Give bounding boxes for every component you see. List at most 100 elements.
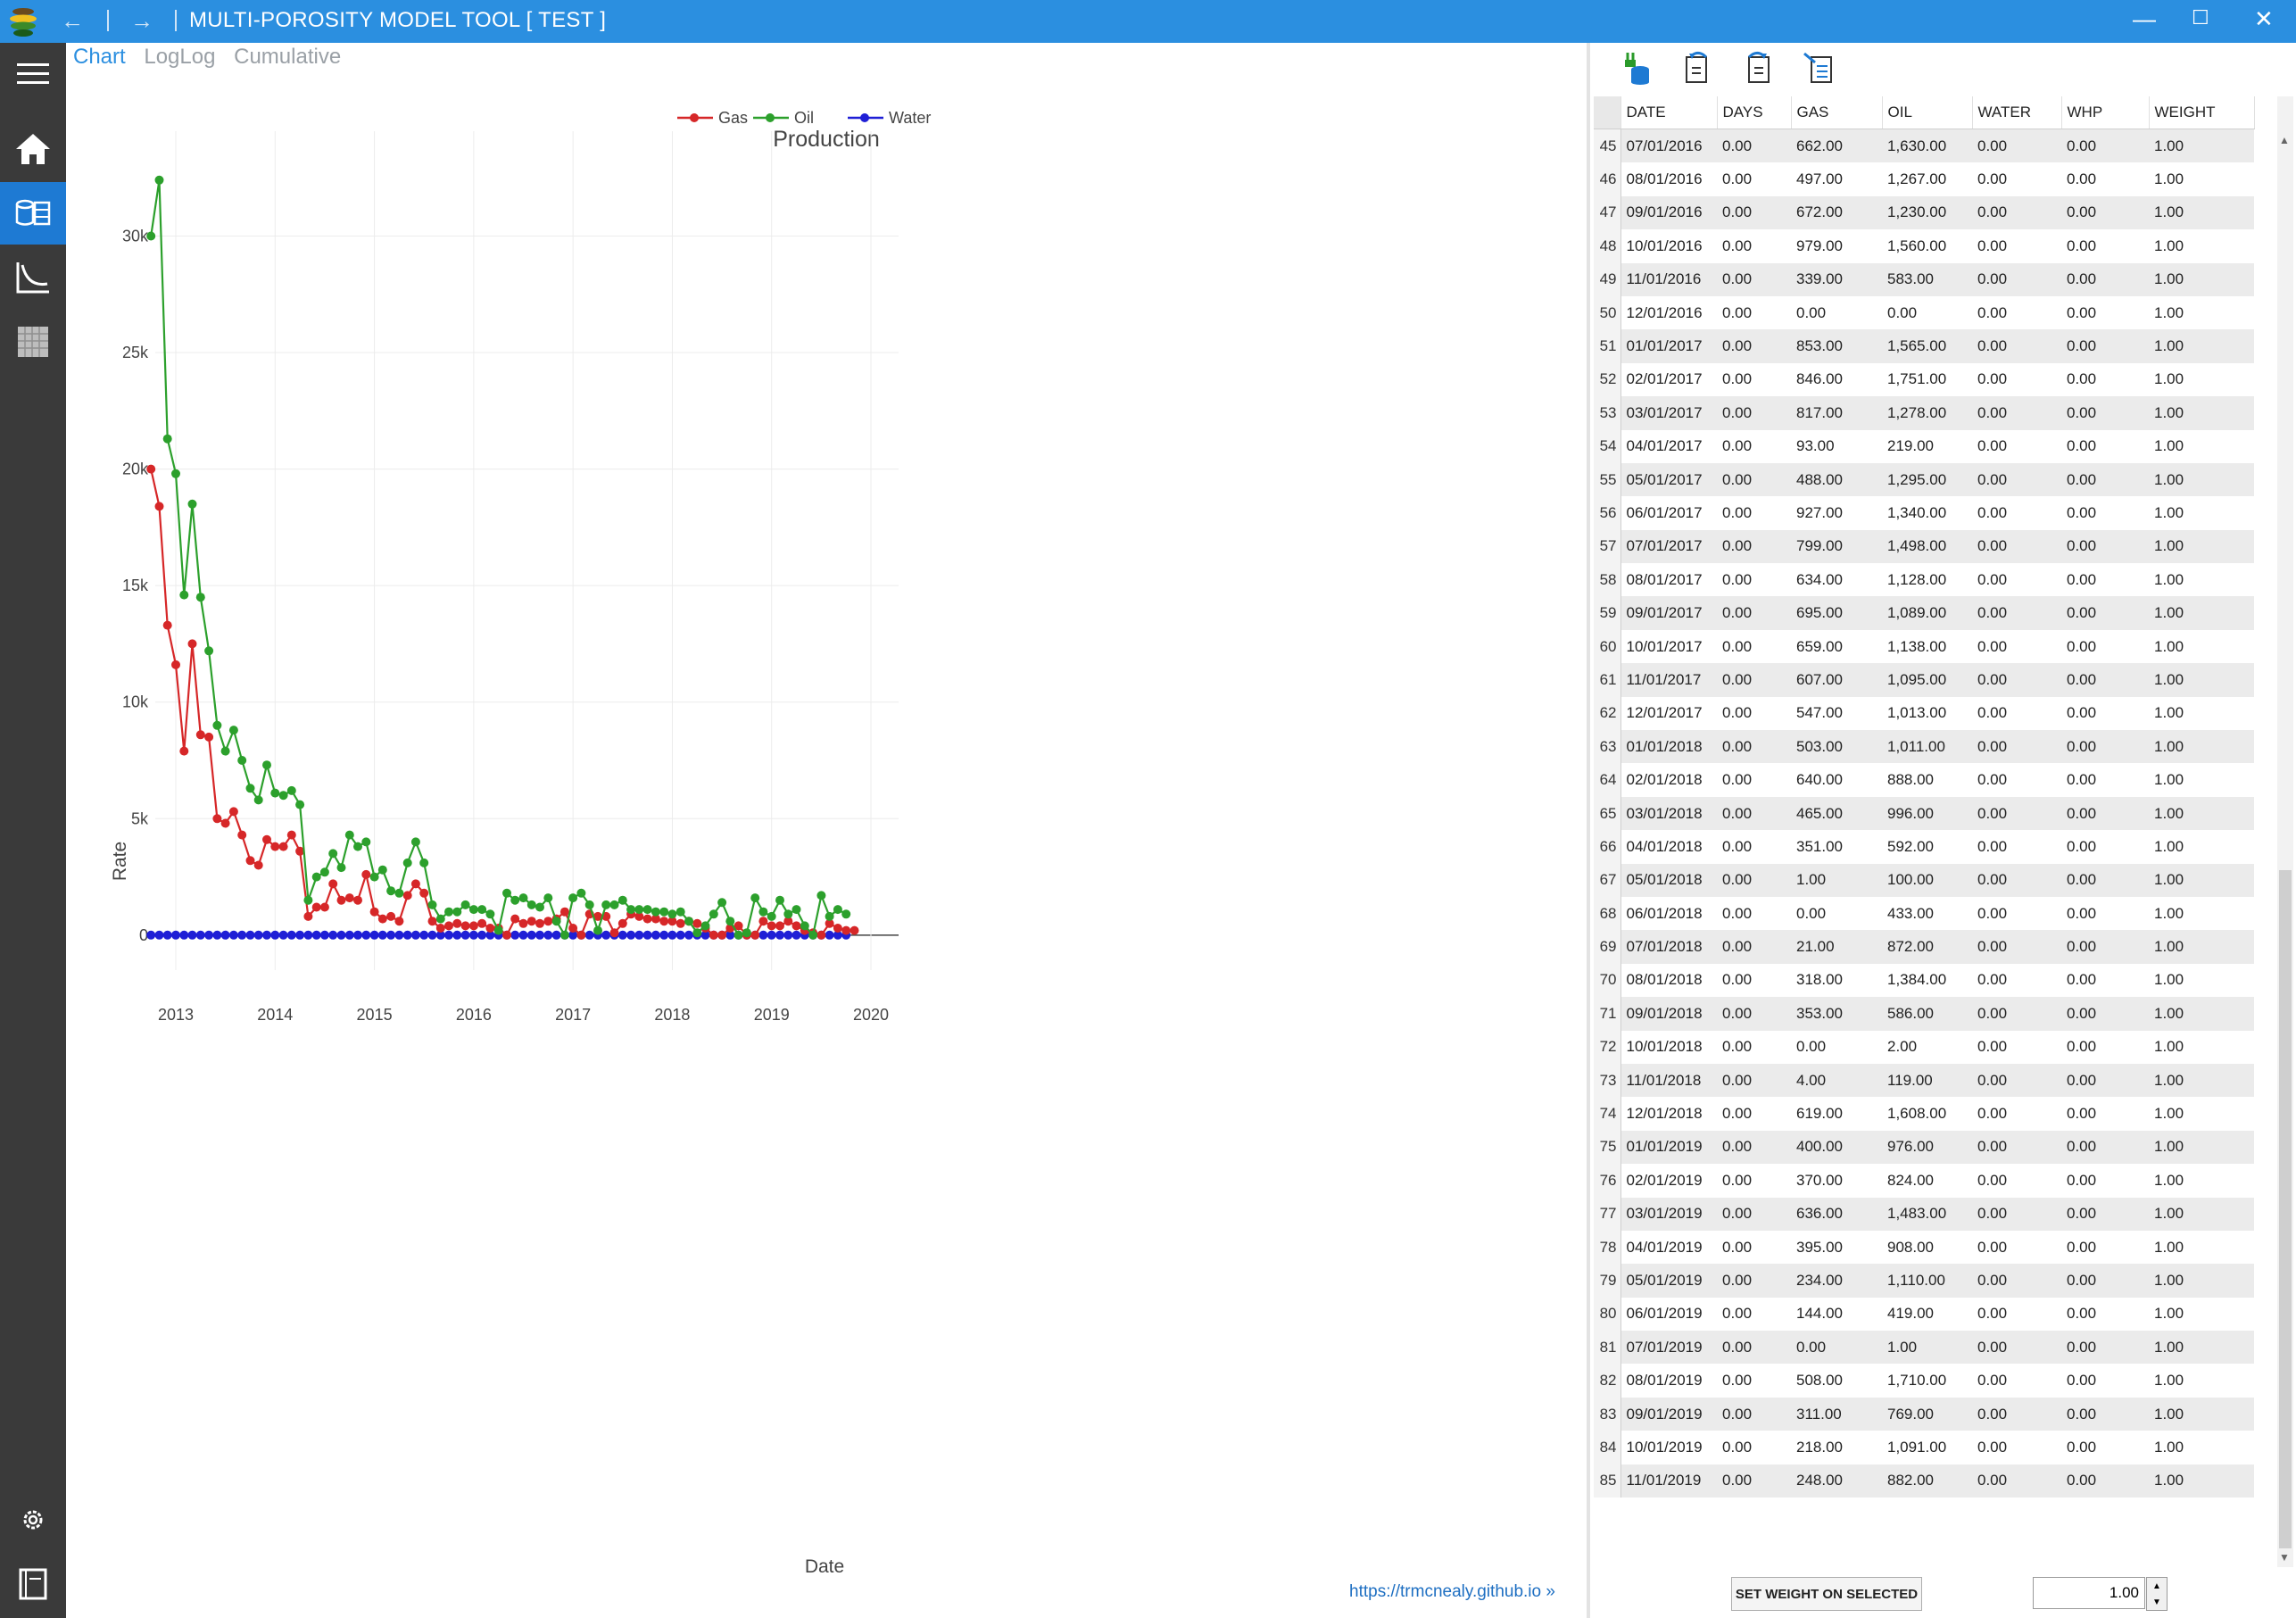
table-row[interactable]: 50 12/01/2016 0.00 0.00 0.00 0.00 0.00 1.00 xyxy=(1594,295,2254,330)
table-row[interactable]: 61 11/01/2017 0.00 607.00 1,095.00 0.00 0.00 1.… xyxy=(1594,663,2254,697)
col-header-weight[interactable]: WEIGHT xyxy=(2149,96,2255,129)
cell-date[interactable]: 02/01/2019 xyxy=(1620,1164,1717,1197)
cell-date[interactable]: 10/01/2019 xyxy=(1620,1431,1717,1464)
cell-days[interactable]: 0.00 xyxy=(1717,863,1791,897)
cell-gas[interactable]: 0.00 xyxy=(1791,1031,1882,1064)
cell-weight[interactable]: 1.00 xyxy=(2149,997,2254,1031)
cell-weight[interactable]: 1.00 xyxy=(2149,396,2254,430)
cell-whp[interactable]: 0.00 xyxy=(2061,195,2149,230)
cell-water[interactable]: 0.00 xyxy=(1972,363,2061,396)
row-number[interactable]: 58 xyxy=(1594,563,1621,597)
cell-water[interactable]: 0.00 xyxy=(1972,930,2061,964)
cell-weight[interactable]: 1.00 xyxy=(2149,262,2254,296)
row-number[interactable]: 73 xyxy=(1594,1063,1621,1098)
table-row[interactable]: 66 04/01/2018 0.00 351.00 592.00 0.00 0.00 1.00 xyxy=(1594,830,2254,864)
cell-weight[interactable]: 1.00 xyxy=(2149,1130,2254,1165)
cell-gas[interactable]: 351.00 xyxy=(1791,830,1882,863)
cell-water[interactable]: 0.00 xyxy=(1972,830,2061,863)
cell-gas[interactable]: 0.00 xyxy=(1791,296,1882,329)
row-number[interactable]: 69 xyxy=(1594,930,1621,964)
cell-whp[interactable]: 0.00 xyxy=(2061,596,2149,630)
cell-whp[interactable]: 0.00 xyxy=(2061,229,2149,262)
cell-weight[interactable]: 1.00 xyxy=(2149,630,2254,663)
cell-days[interactable]: 0.00 xyxy=(1717,462,1791,497)
row-number[interactable]: 62 xyxy=(1594,696,1621,731)
cell-date[interactable]: 02/01/2017 xyxy=(1620,363,1717,396)
cell-date[interactable]: 04/01/2017 xyxy=(1620,430,1717,463)
cell-date[interactable]: 07/01/2019 xyxy=(1620,1331,1717,1365)
cell-weight[interactable]: 1.00 xyxy=(2149,1197,2254,1231)
table-row[interactable]: 56 06/01/2017 0.00 927.00 1,340.00 0.00 0.00 1.… xyxy=(1594,496,2254,530)
back-arrow-icon[interactable]: ← xyxy=(61,7,84,35)
cell-whp[interactable]: 0.00 xyxy=(2061,563,2149,596)
cell-water[interactable]: 0.00 xyxy=(1972,596,2061,630)
cell-gas[interactable]: 640.00 xyxy=(1791,763,1882,796)
cell-oil[interactable]: 1,340.00 xyxy=(1882,496,1972,529)
col-header-days[interactable]: DAYS xyxy=(1717,96,1792,129)
cell-whp[interactable]: 0.00 xyxy=(2061,1197,2149,1231)
row-number[interactable]: 66 xyxy=(1594,830,1621,864)
row-number[interactable]: 75 xyxy=(1594,1130,1621,1165)
export-icon[interactable] xyxy=(1801,50,1836,86)
cell-weight[interactable]: 1.00 xyxy=(2149,763,2254,796)
row-number[interactable]: 50 xyxy=(1594,295,1621,330)
cell-date[interactable]: 12/01/2017 xyxy=(1620,697,1717,730)
table-row[interactable]: 48 10/01/2016 0.00 979.00 1,560.00 0.00 0.00 1.… xyxy=(1594,229,2254,263)
cell-whp[interactable]: 0.00 xyxy=(2061,763,2149,796)
data-table-icon[interactable] xyxy=(0,182,66,245)
cell-whp[interactable]: 0.00 xyxy=(2061,1097,2149,1130)
cell-water[interactable]: 0.00 xyxy=(1972,630,2061,663)
cell-date[interactable]: 05/01/2019 xyxy=(1620,1264,1717,1298)
gear-icon[interactable] xyxy=(0,1489,66,1551)
cell-gas[interactable]: 400.00 xyxy=(1791,1130,1882,1165)
cell-whp[interactable]: 0.00 xyxy=(2061,162,2149,195)
row-number[interactable]: 67 xyxy=(1594,863,1621,897)
cell-gas[interactable]: 662.00 xyxy=(1791,129,1882,163)
table-row[interactable]: 53 03/01/2017 0.00 817.00 1,278.00 0.00 0.00 1.… xyxy=(1594,396,2254,430)
cell-water[interactable]: 0.00 xyxy=(1972,329,2061,363)
cell-water[interactable]: 0.00 xyxy=(1972,763,2061,796)
table-row[interactable]: 74 12/01/2018 0.00 619.00 1,608.00 0.00 0.00 1.… xyxy=(1594,1097,2254,1131)
row-number[interactable]: 48 xyxy=(1594,229,1621,263)
cell-gas[interactable]: 0.00 xyxy=(1791,1331,1882,1365)
cell-whp[interactable]: 0.00 xyxy=(2061,830,2149,863)
cell-water[interactable]: 0.00 xyxy=(1972,1164,2061,1197)
cell-days[interactable]: 0.00 xyxy=(1717,1231,1791,1264)
cell-days[interactable]: 0.00 xyxy=(1717,596,1791,630)
forward-arrow-icon[interactable]: → xyxy=(130,7,153,35)
cell-water[interactable]: 0.00 xyxy=(1972,1231,2061,1264)
scroll-down-icon[interactable]: ▼ xyxy=(2279,1551,2290,1564)
cell-water[interactable]: 0.00 xyxy=(1972,396,2061,430)
cell-oil[interactable]: 592.00 xyxy=(1882,830,1972,863)
tab-cumulative[interactable]: Cumulative xyxy=(234,45,341,69)
cell-gas[interactable]: 339.00 xyxy=(1791,262,1882,296)
cell-date[interactable]: 11/01/2016 xyxy=(1620,262,1717,296)
row-number[interactable]: 46 xyxy=(1594,162,1621,196)
cell-water[interactable]: 0.00 xyxy=(1972,563,2061,596)
cell-whp[interactable]: 0.00 xyxy=(2061,430,2149,463)
cell-date[interactable]: 09/01/2017 xyxy=(1620,596,1717,630)
cell-days[interactable]: 0.00 xyxy=(1717,730,1791,764)
cell-weight[interactable]: 1.00 xyxy=(2149,1063,2254,1098)
cell-date[interactable]: 04/01/2019 xyxy=(1620,1231,1717,1264)
cell-date[interactable]: 01/01/2019 xyxy=(1620,1130,1717,1165)
cell-gas[interactable]: 465.00 xyxy=(1791,796,1882,831)
cell-days[interactable]: 0.00 xyxy=(1717,830,1791,863)
cell-oil[interactable]: 100.00 xyxy=(1882,863,1972,897)
cell-water[interactable]: 0.00 xyxy=(1972,496,2061,529)
cell-weight[interactable]: 1.00 xyxy=(2149,329,2254,363)
stepper-down-icon[interactable]: ▼ xyxy=(2152,1597,2161,1607)
tab-chart[interactable]: Chart xyxy=(73,45,126,69)
cell-days[interactable]: 0.00 xyxy=(1717,262,1791,296)
cell-water[interactable]: 0.00 xyxy=(1972,697,2061,730)
cell-gas[interactable]: 488.00 xyxy=(1791,462,1882,497)
cell-whp[interactable]: 0.00 xyxy=(2061,1264,2149,1298)
table-row[interactable]: 59 09/01/2017 0.00 695.00 1,089.00 0.00 0.00 1.… xyxy=(1594,596,2254,630)
table-row[interactable]: 85 11/01/2019 0.00 248.00 882.00 0.00 0.00 1.00 xyxy=(1594,1464,2254,1498)
cell-oil[interactable]: 1,483.00 xyxy=(1882,1197,1972,1231)
cell-oil[interactable]: 1,091.00 xyxy=(1882,1431,1972,1464)
table-row[interactable]: 46 08/01/2016 0.00 497.00 1,267.00 0.00 0.00 1.… xyxy=(1594,162,2254,196)
cell-whp[interactable]: 0.00 xyxy=(2061,1431,2149,1464)
row-number[interactable]: 65 xyxy=(1594,796,1621,831)
table-row[interactable]: 73 11/01/2018 0.00 4.00 119.00 0.00 0.00 1.00 xyxy=(1594,1063,2254,1098)
